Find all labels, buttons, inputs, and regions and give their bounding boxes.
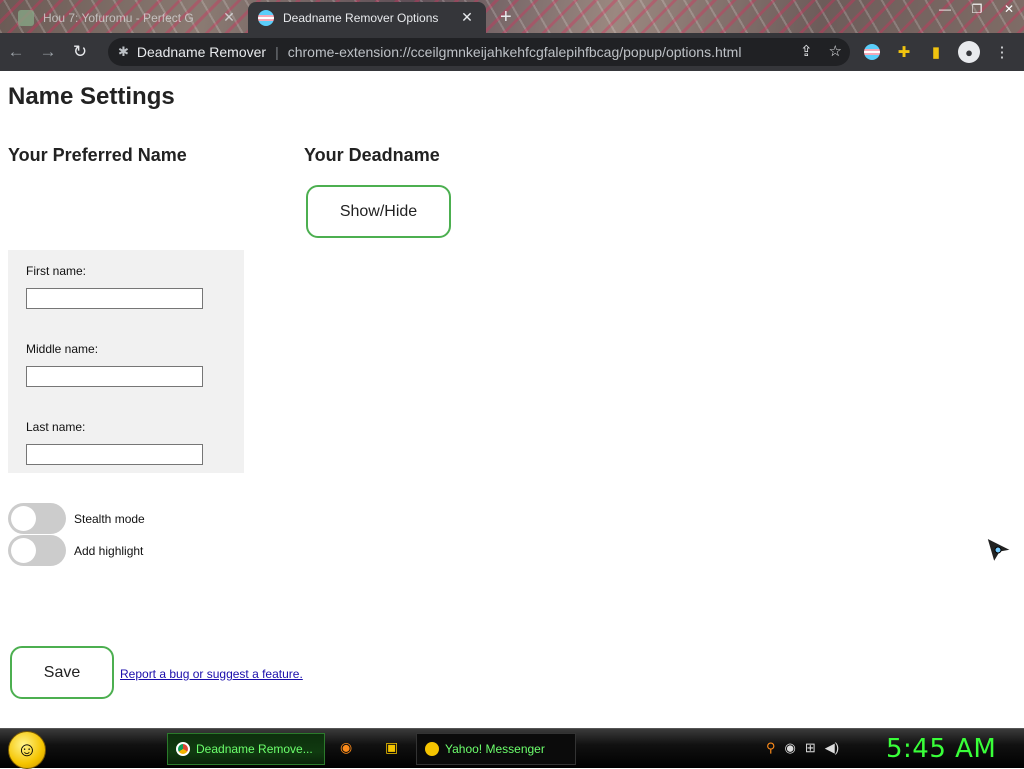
first-name-input[interactable] bbox=[26, 288, 203, 309]
network-icon[interactable]: ⊞ bbox=[805, 740, 816, 756]
volume-icon[interactable]: ◀) bbox=[825, 740, 839, 756]
profile-avatar-icon[interactable]: ● bbox=[958, 41, 980, 63]
add-highlight-row: Add highlight bbox=[8, 535, 143, 566]
page-title: Name Settings bbox=[8, 83, 175, 110]
extension-puzzle-icon: ✱ bbox=[118, 44, 129, 59]
tab-inactive[interactable]: Hou 7: Yofuromu - Perfect G ✕ bbox=[8, 2, 248, 33]
reload-button[interactable]: ↻ bbox=[64, 42, 96, 62]
status-icon[interactable]: ◉ bbox=[785, 740, 796, 756]
chrome-icon bbox=[176, 742, 190, 756]
middle-name-input[interactable] bbox=[26, 366, 203, 387]
middle-name-label: Middle name: bbox=[26, 342, 99, 356]
back-button[interactable]: ← bbox=[0, 42, 32, 62]
url-text: chrome-extension://cceilgmnkeijahkehfcgf… bbox=[287, 44, 742, 60]
trans-flag-icon bbox=[258, 9, 274, 26]
taskbar-item-label: Yahoo! Messenger bbox=[445, 742, 545, 756]
taskbar-item-yahoo[interactable]: Yahoo! Messenger bbox=[416, 733, 576, 765]
taskbar-clock[interactable]: 5:45 AM bbox=[886, 734, 996, 764]
preferred-name-heading: Your Preferred Name bbox=[8, 145, 187, 165]
restore-button[interactable]: ❐ bbox=[968, 2, 986, 16]
options-page: Name Settings Your Preferred Name Your D… bbox=[0, 71, 1024, 728]
stealth-mode-row: Stealth mode bbox=[8, 503, 145, 534]
last-name-input[interactable] bbox=[26, 444, 203, 465]
deadname-heading: Your Deadname bbox=[304, 145, 440, 165]
stealth-mode-toggle[interactable] bbox=[8, 503, 66, 534]
yahoo-messenger-icon bbox=[425, 742, 439, 756]
tab-active[interactable]: Deadname Remover Options ✕ bbox=[248, 2, 486, 33]
new-tab-button[interactable]: + bbox=[500, 6, 512, 29]
folder-icon[interactable]: ▣ bbox=[385, 739, 398, 756]
deadname-extension-icon[interactable] bbox=[862, 42, 882, 62]
firefox-icon[interactable]: ◉ bbox=[340, 739, 352, 756]
share-icon[interactable]: ⇪ bbox=[800, 42, 813, 60]
window-controls: — ❐ ✕ bbox=[936, 0, 1018, 18]
site-name: Deadname Remover bbox=[136, 44, 267, 60]
side-panel-icon[interactable]: ▮ bbox=[926, 42, 946, 62]
minimize-button[interactable]: — bbox=[936, 2, 954, 16]
close-tab-icon[interactable]: ✕ bbox=[458, 9, 476, 26]
taskbar: ☺ Deadname Remove... ◉ ▣ Yahoo! Messenge… bbox=[0, 728, 1024, 769]
preferred-name-panel: First name: Middle name: Last name: bbox=[8, 250, 244, 473]
system-tray: ⚲ ◉ ⊞ ◀) bbox=[766, 740, 839, 756]
save-button[interactable]: Save bbox=[10, 646, 114, 699]
address-bar[interactable]: ✱ Deadname Remover | chrome-extension://… bbox=[108, 38, 850, 66]
first-name-label: First name: bbox=[26, 264, 87, 278]
start-smiley-icon[interactable]: ☺ bbox=[8, 731, 46, 769]
bookmark-star-icon[interactable]: ☆ bbox=[829, 42, 842, 60]
close-window-button[interactable]: ✕ bbox=[1000, 2, 1018, 16]
omnibox-divider: | bbox=[275, 44, 279, 60]
add-highlight-label: Add highlight bbox=[74, 543, 144, 558]
search-icon[interactable]: ⚲ bbox=[766, 740, 776, 756]
mouse-cursor-icon bbox=[986, 537, 1013, 564]
extensions-puzzle-icon[interactable]: ✚ bbox=[894, 42, 914, 62]
tab-title: Hou 7: Yofuromu - Perfect G bbox=[43, 10, 194, 25]
report-bug-link[interactable]: Report a bug or suggest a feature. bbox=[120, 667, 303, 681]
browser-toolbar: ← → ↻ ✱ Deadname Remover | chrome-extens… bbox=[0, 33, 1024, 71]
tab-strip: Hou 7: Yofuromu - Perfect G ✕ Deadname R… bbox=[0, 0, 1024, 33]
tab-title: Deadname Remover Options bbox=[283, 10, 439, 25]
taskbar-item-chrome[interactable]: Deadname Remove... bbox=[167, 733, 325, 765]
stealth-mode-label: Stealth mode bbox=[74, 511, 145, 526]
forward-button[interactable]: → bbox=[32, 42, 64, 62]
site-favicon-icon bbox=[18, 9, 34, 26]
last-name-label: Last name: bbox=[26, 420, 86, 434]
add-highlight-toggle[interactable] bbox=[8, 535, 66, 566]
show-hide-button[interactable]: Show/Hide bbox=[306, 185, 451, 238]
close-tab-icon[interactable]: ✕ bbox=[220, 9, 238, 26]
menu-kebab-icon[interactable]: ⋮ bbox=[992, 42, 1012, 62]
taskbar-item-label: Deadname Remove... bbox=[196, 742, 313, 756]
